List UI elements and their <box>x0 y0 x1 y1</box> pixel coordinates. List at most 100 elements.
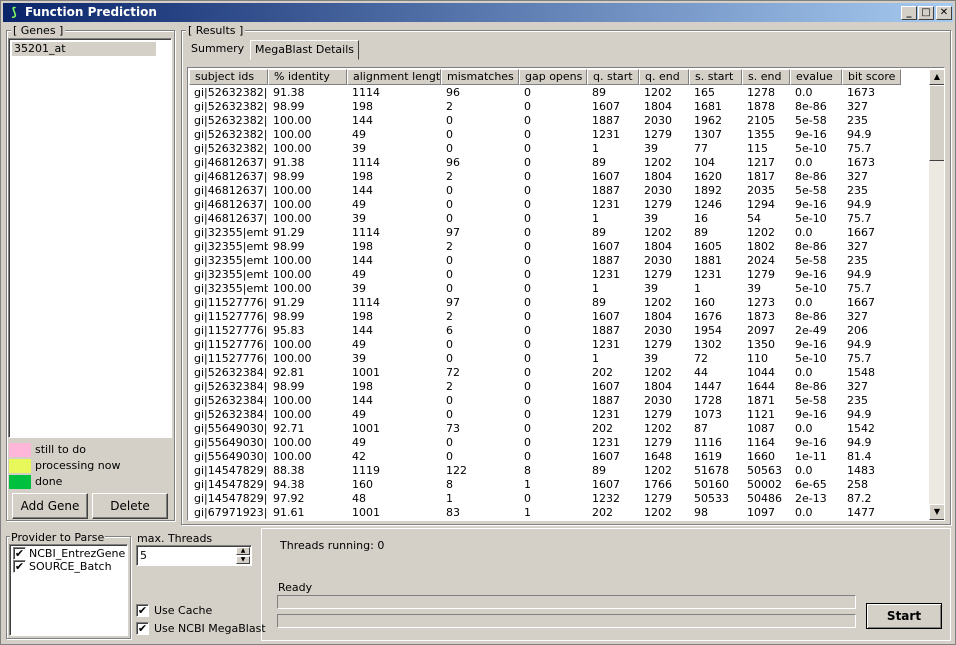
stepper-up-icon[interactable]: ▲ <box>236 547 250 555</box>
table-row[interactable]: gi|55649030|r... 100.00 42 0 0 1607 1648 1619 16… <box>189 450 929 464</box>
table-cell: 1202 <box>644 156 672 169</box>
column-header[interactable]: bit score <box>842 69 901 85</box>
use-cache-checkbox[interactable]: ✔ <box>136 604 149 617</box>
table-cell: 235 <box>847 254 868 267</box>
column-header[interactable]: subject ids <box>189 69 268 85</box>
table-cell: 110 <box>747 352 768 365</box>
table-row[interactable]: gi|67971923|...91.6110018312021202981097… <box>189 506 929 520</box>
table-row[interactable]: gi|55649030|r... 100.00 49 0 0 1231 1279 1116 11… <box>189 436 929 450</box>
column-header[interactable]: alignment length <box>347 69 441 85</box>
table-cell: 144 <box>352 254 373 267</box>
table-row[interactable]: gi|46812637|... 100.00 39 0 0 1 39 16 54 5e-10 75.… <box>189 212 929 226</box>
stepper-down-icon[interactable]: ▼ <box>236 556 250 564</box>
column-header[interactable]: evalue <box>790 69 842 85</box>
table-cell: 2035 <box>747 184 775 197</box>
delete-button[interactable]: Delete <box>92 493 168 519</box>
tab-summery[interactable]: Summery <box>187 41 248 57</box>
column-header[interactable]: s. start <box>689 69 742 85</box>
table-cell: 98.99 <box>273 380 305 393</box>
table-row[interactable]: gi|52632384|r... 98.99 198 2 0 1607 1804 1447 16… <box>189 380 929 394</box>
table-cell: 100.00 <box>273 128 312 141</box>
table-cell: 89 <box>592 86 606 99</box>
table-row[interactable]: gi|32355|emb|... 100.00 49 0 0 1231 1279 1231 12… <box>189 268 929 282</box>
table-row[interactable]: gi|11527776|... 95.83 144 6 0 1887 2030 1954 209… <box>189 324 929 338</box>
table-row[interactable]: gi|11527776|... 100.00 49 0 0 1231 1279 1302 135… <box>189 338 929 352</box>
genes-list[interactable]: 35201_at <box>8 38 172 438</box>
table-row[interactable]: gi|52632382|r... 100.00 39 0 0 1 39 77 115 5e-10 7… <box>189 142 929 156</box>
table-cell: 1477 <box>847 506 875 519</box>
column-header[interactable]: mismatches <box>441 69 519 85</box>
table-row[interactable]: gi|55649030|r... 92.71 1001 73 0 202 1202 87 108… <box>189 422 929 436</box>
table-cell: 0 <box>524 212 531 225</box>
table-cell: 1044 <box>747 366 775 379</box>
ncbi-entrezgene-checkbox[interactable]: ✔ <box>13 547 26 560</box>
table-cell: 1279 <box>644 128 672 141</box>
table-cell: 2030 <box>644 114 672 127</box>
table-row[interactable]: gi|46812637|... 100.00 49 0 0 1231 1279 1246 129… <box>189 198 929 212</box>
table-cell: gi|52632382|r... <box>194 128 268 141</box>
table-row[interactable]: gi|52632382|r... 91.38 1114 96 0 89 1202 165 127… <box>189 86 929 100</box>
status-text: Ready <box>278 581 313 594</box>
table-row[interactable]: gi|52632382|r... 100.00 49 0 0 1231 1279 1307 13… <box>189 128 929 142</box>
table-row[interactable]: gi|32355|emb|... 91.29 1114 97 0 89 1202 89 1202… <box>189 226 929 240</box>
table-cell: gi|11527776|... <box>194 338 268 351</box>
scroll-thumb[interactable] <box>929 85 944 161</box>
maximize-button[interactable]: □ <box>918 6 934 20</box>
table-row[interactable]: gi|14547829|... 94.38 160 8 1 1607 1766 50160 50… <box>189 478 929 492</box>
table-cell: 94.38 <box>273 478 305 491</box>
minimize-button[interactable]: _ <box>901 6 917 20</box>
table-row[interactable]: gi|14547829|... 88.38 1119 122 8 89 1202 51678 5… <box>189 464 929 478</box>
table-row[interactable]: gi|52632384|r... 100.00 49 0 0 1231 1279 1073 11… <box>189 408 929 422</box>
table-row[interactable]: gi|52632382|r... 98.99 198 2 0 1607 1804 1681 18… <box>189 100 929 114</box>
results-table[interactable]: subject ids% identity alignment length mis… <box>187 67 945 521</box>
table-row[interactable]: gi|11527776|... 91.29 1114 97 0 89 1202 160 1273… <box>189 296 929 310</box>
table-row[interactable]: gi|14547829|... 97.92 48 1 0 1232 1279 50533 504… <box>189 492 929 506</box>
table-row[interactable]: gi|11527776|... 100.00 39 0 0 1 39 72 110 5e-10 75… <box>189 352 929 366</box>
start-button[interactable]: Start <box>866 603 942 629</box>
table-cell: 39 <box>352 142 366 155</box>
scroll-up-icon[interactable]: ▲ <box>929 69 944 85</box>
table-cell: 5e-58 <box>795 394 827 407</box>
table-row[interactable]: gi|46812637|... 98.99 198 2 0 1607 1804 1620 181… <box>189 170 929 184</box>
add-gene-button[interactable]: Add Gene <box>12 493 88 519</box>
table-row[interactable]: gi|52632384|r... 92.81 1001 72 0 202 1202 44 104… <box>189 366 929 380</box>
table-cell: 39 <box>747 282 761 295</box>
table-row[interactable]: gi|32355|emb|... 100.00 144 0 0 1887 2030 1881 2… <box>189 254 929 268</box>
table-row[interactable]: gi|32355|emb|... 98.99 198 2 0 1607 1804 1605 18… <box>189 240 929 254</box>
max-threads-stepper[interactable]: 5 ▲ ▼ <box>136 545 252 566</box>
column-header[interactable]: s. end <box>742 69 790 85</box>
table-cell: 8 <box>446 478 453 491</box>
table-row[interactable]: gi|11527776|... 98.99 198 2 0 1607 1804 1676 187… <box>189 310 929 324</box>
column-header[interactable]: q. start <box>587 69 639 85</box>
table-cell: 198 <box>352 310 373 323</box>
title-bar[interactable]: ⟆ Function Prediction _ □ ✕ <box>3 3 953 22</box>
tab-megablast-details[interactable]: MegaBlast Details <box>250 40 359 60</box>
table-cell: 0 <box>446 436 453 449</box>
app-window: ⟆ Function Prediction _ □ ✕ [ Genes ] 35… <box>0 0 956 645</box>
use-megablast-checkbox[interactable]: ✔ <box>136 622 149 635</box>
column-header[interactable]: q. end <box>639 69 689 85</box>
table-cell: 1887 <box>592 394 620 407</box>
vertical-scrollbar[interactable]: ▲ ▼ <box>929 69 944 520</box>
table-row[interactable]: gi|46812637|... 91.38 1114 96 0 89 1202 104 1217… <box>189 156 929 170</box>
table-cell: 0 <box>524 352 531 365</box>
column-header[interactable]: % identity <box>268 69 347 85</box>
table-cell: gi|52632382|r... <box>194 114 268 127</box>
table-cell: 0.0 <box>795 464 813 477</box>
table-cell: 100.00 <box>273 394 312 407</box>
table-cell: 96 <box>446 156 460 169</box>
table-cell: 75.7 <box>847 352 872 365</box>
source-batch-checkbox[interactable]: ✔ <box>13 560 26 573</box>
table-row[interactable]: gi|46812637|... 100.00 144 0 0 1887 2030 1892 20… <box>189 184 929 198</box>
table-cell: 0 <box>446 212 453 225</box>
table-row[interactable]: gi|52632382|r... 100.00 144 0 0 1887 2030 1962 2… <box>189 114 929 128</box>
column-header[interactable]: gap opens <box>519 69 587 85</box>
table-row[interactable]: gi|52632384|r... 100.00 144 0 0 1887 2030 1728 1… <box>189 394 929 408</box>
close-button[interactable]: ✕ <box>936 6 952 20</box>
scroll-down-icon[interactable]: ▼ <box>929 504 944 520</box>
table-cell: 144 <box>352 184 373 197</box>
table-cell: 1231 <box>592 436 620 449</box>
gene-item[interactable]: 35201_at <box>12 42 156 56</box>
table-cell: 2030 <box>644 324 672 337</box>
table-row[interactable]: gi|32355|emb|... 100.00 39 0 0 1 39 1 39 5e-10 75.… <box>189 282 929 296</box>
